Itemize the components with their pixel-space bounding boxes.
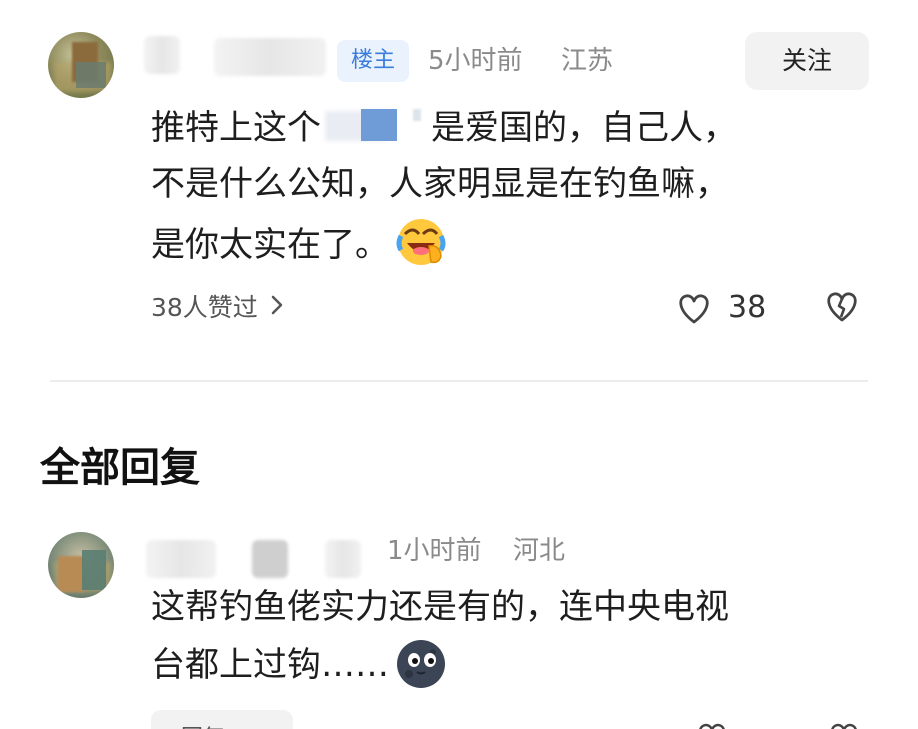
username-redacted[interactable] [252, 540, 288, 578]
like-count: 38 [728, 290, 767, 325]
main-comment: 楼主 5小时前 江苏 关注 推特上这个 是爱国的，自己人， 不是什么公知，人家明显… [0, 0, 918, 380]
comment-text-line-2: 不是什么公知，人家明显是在钓鱼嘛， [151, 164, 729, 204]
comment-detail-page: 楼主 5小时前 江苏 关注 推特上这个 是爱国的，自己人， 不是什么公知，人家明显… [0, 0, 918, 729]
broken-heart-dislike-icon[interactable] [826, 718, 862, 729]
comment-text-segment: 是爱国的，自己人， [431, 108, 737, 148]
section-divider [50, 380, 868, 382]
heart-like-icon[interactable] [674, 284, 714, 332]
moon-face-emoji [397, 640, 445, 688]
reply-text-line-2: 台都上过钩…… [151, 636, 447, 694]
commenter-avatar[interactable] [48, 32, 114, 98]
replier-avatar[interactable] [48, 532, 114, 598]
username-redacted[interactable] [144, 36, 180, 74]
reply-location: 河北 [513, 536, 566, 566]
comment-text-line-3: 是你太实在了。 [151, 216, 447, 269]
comment-location: 江苏 [561, 46, 614, 76]
reply-text-segment: 台都上过钩…… [151, 645, 389, 685]
op-badge: 楼主 [337, 40, 409, 82]
all-replies-heading: 全部回复 [40, 445, 200, 491]
username-redacted[interactable] [214, 38, 326, 76]
username-redacted[interactable] [325, 540, 361, 578]
likes-summary-text: 38人赞过 [151, 293, 258, 322]
laughing-crying-emoji [396, 219, 446, 265]
likes-summary-link[interactable]: 38人赞过 [151, 288, 284, 328]
chevron-right-icon [270, 288, 284, 328]
reply-button[interactable]: 回复 [151, 710, 293, 729]
redacted-handle [321, 109, 431, 143]
username-redacted[interactable] [146, 540, 216, 578]
follow-button[interactable]: 关注 [745, 32, 869, 90]
heart-like-icon[interactable] [694, 718, 730, 729]
reply-button-label: 回复 [181, 720, 225, 729]
comment-text-segment: 推特上这个 [151, 108, 321, 148]
comment-text-segment: 是你太实在了。 [151, 225, 389, 265]
comment-time: 5小时前 [428, 46, 523, 76]
comment-text-line-1: 推特上这个 是爱国的，自己人， [151, 104, 737, 152]
reply-time: 1小时前 [387, 536, 482, 566]
reply-text-line-1: 这帮钓鱼佬实力还是有的，连中央电视 [151, 587, 729, 627]
broken-heart-dislike-icon[interactable] [822, 286, 862, 326]
